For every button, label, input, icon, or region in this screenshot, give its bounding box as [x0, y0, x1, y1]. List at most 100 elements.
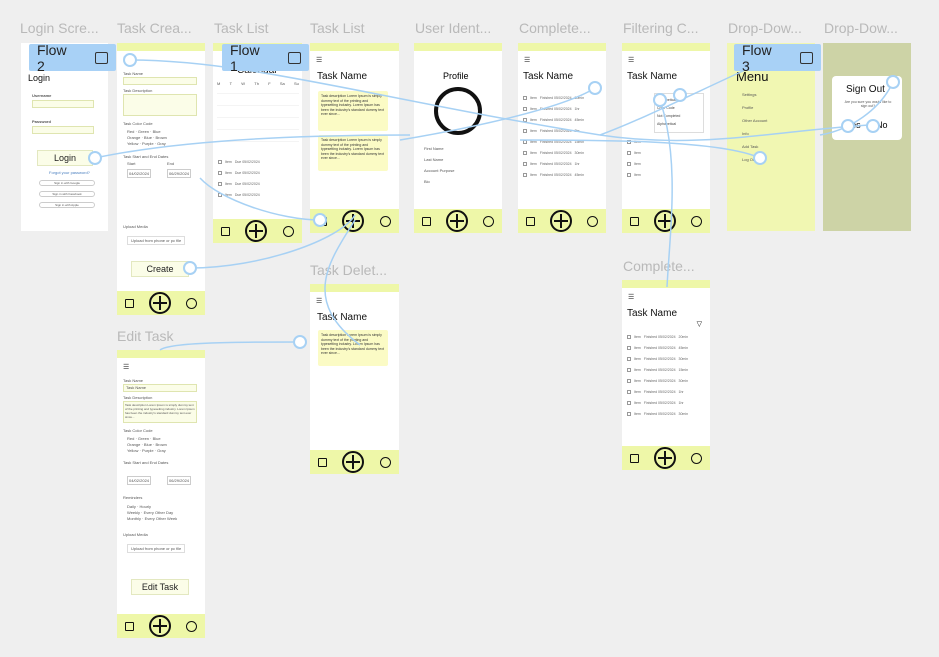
task-note[interactable]: Task description Lorem Ipsum is simply d…	[318, 330, 388, 366]
user-icon[interactable]	[380, 215, 392, 227]
completed-row[interactable]: Item Finished 05/02/2024 45min	[523, 170, 601, 179]
flow-2-tag[interactable]: Flow 2	[29, 42, 116, 74]
create-button[interactable]: Create	[131, 261, 189, 277]
completed-row[interactable]: Item Finished 05/02/2024 1hr	[523, 159, 601, 168]
username-field[interactable]	[32, 100, 94, 108]
color-brown[interactable]: Brown	[155, 135, 166, 140]
calendar-grid[interactable]	[217, 91, 299, 153]
bio-field[interactable]: Bio	[424, 179, 430, 184]
apple-signin-button[interactable]: Sign in with Apple	[39, 202, 95, 208]
hamburger-menu-icon[interactable]: ☰	[316, 56, 322, 64]
add-task-icon[interactable]	[549, 210, 572, 232]
flow-1-tag[interactable]: Flow 1	[222, 42, 309, 74]
password-field[interactable]	[32, 126, 94, 134]
task-note[interactable]: Task description Lorem Ipsum is simply d…	[318, 91, 388, 131]
reminder-weekly[interactable]: Weekly	[127, 510, 140, 515]
edit-task-button[interactable]: Edit Task	[131, 579, 189, 595]
user-icon[interactable]	[483, 215, 495, 227]
menu-profile[interactable]: Profile	[742, 105, 753, 110]
edit-upload-button[interactable]: Upload from phone or pc file	[127, 544, 186, 553]
task-row[interactable]: Item Due 05/02/2024	[218, 168, 297, 177]
calendar-icon[interactable]	[317, 457, 327, 467]
color-blue2[interactable]: Blue	[144, 135, 152, 140]
task-note[interactable]: Task description Lorem Ipsum is simply d…	[318, 135, 388, 171]
user-icon[interactable]	[283, 225, 295, 237]
hamburger-menu-icon[interactable]: ☰	[524, 56, 530, 64]
edit-color-options[interactable]: Red · Green · Blue Orange · Blue · Brown…	[127, 436, 197, 454]
add-task-icon[interactable]	[445, 210, 468, 232]
menu-log-out[interactable]: Log Out	[742, 157, 756, 162]
completed-row[interactable]: Item Finished 05/02/2024 1hr	[627, 387, 705, 396]
google-signin-button[interactable]: Sign in with Google	[39, 180, 95, 186]
calendar-icon[interactable]	[421, 216, 431, 226]
completed-row[interactable]: Item Finished 05/02/2024 20min	[627, 332, 705, 341]
reminder-every-other-day[interactable]: Every Other Day	[144, 510, 174, 515]
completed-row[interactable]: Item Finished 05/02/2024 30min	[523, 93, 601, 102]
first-name-field[interactable]: First Name	[424, 146, 444, 151]
play-icon[interactable]	[287, 51, 301, 64]
calendar-icon[interactable]	[124, 621, 134, 631]
user-icon[interactable]	[186, 297, 198, 309]
hamburger-menu-icon[interactable]: ☰	[123, 56, 129, 64]
color-green[interactable]: Green	[138, 436, 149, 441]
hamburger-menu-icon[interactable]: ☰	[628, 293, 634, 301]
user-icon[interactable]	[691, 452, 703, 464]
profile-avatar-icon[interactable]	[434, 87, 482, 135]
edit-start-date[interactable]: 04/02/2024	[127, 476, 152, 485]
completed-row[interactable]: Item Finished 05/02/2024 1hr	[627, 398, 705, 407]
completed-row[interactable]: Item Finished 05/02/2024 30min	[523, 148, 601, 157]
user-icon[interactable]	[587, 215, 599, 227]
menu-settings[interactable]: Settings	[742, 92, 756, 97]
reminder-options[interactable]: Daily · Hourly Weekly · Every Other Day …	[127, 504, 199, 522]
color-red[interactable]: Red	[127, 129, 134, 134]
color-yellow[interactable]: Yellow	[127, 448, 138, 453]
completed-row[interactable]: Item Finished 05/02/2024 30min	[627, 376, 705, 385]
add-task-icon[interactable]	[148, 615, 171, 637]
play-icon[interactable]	[799, 51, 813, 64]
completed-row[interactable]: Item Finished 05/02/2024 15min	[627, 365, 705, 374]
filter-dropdown[interactable]: Alphabetical Color Code Not Completed Al…	[654, 93, 704, 133]
reminder-daily[interactable]: Daily	[127, 504, 136, 509]
start-date-picker[interactable]: 04/02/2024	[127, 169, 152, 178]
filter-option[interactable]: Alphabetical	[657, 120, 701, 128]
last-name-field[interactable]: Last Name	[424, 157, 443, 162]
task-row[interactable]: Item Due 05/02/2024	[218, 157, 297, 166]
signout-yes-button[interactable]: Yes	[846, 120, 861, 130]
hamburger-menu-icon[interactable]: ☰	[123, 363, 129, 371]
signout-no-button[interactable]: No	[876, 120, 888, 130]
menu-add-task[interactable]: Add Task	[742, 144, 758, 149]
reminder-hourly[interactable]: Hourly	[139, 504, 151, 509]
completed-row[interactable]: Item Finished 05/02/2024 1hr	[523, 104, 601, 113]
task-row[interactable]: Item Due 05/02/2024	[218, 190, 297, 199]
completed-row[interactable]: Item	[627, 137, 705, 146]
completed-row[interactable]: Item	[627, 170, 705, 179]
forgot-password-link[interactable]: Forgot your password?	[49, 170, 90, 175]
upload-button[interactable]: Upload from phone or pc file	[127, 236, 186, 245]
add-task-icon[interactable]	[653, 210, 676, 232]
calendar-icon[interactable]	[124, 298, 134, 308]
end-date-picker[interactable]: 06/29/2024	[167, 169, 192, 178]
filter-icon[interactable]: ▽	[697, 320, 702, 328]
color-gray[interactable]: Gray	[157, 448, 166, 453]
color-gray[interactable]: Gray	[157, 141, 166, 146]
color-purple[interactable]: Purple	[142, 141, 154, 146]
add-task-icon[interactable]	[653, 447, 676, 469]
calendar-icon[interactable]	[317, 216, 327, 226]
filter-option[interactable]: Not Completed	[657, 112, 701, 120]
play-icon[interactable]	[94, 51, 108, 64]
menu-info[interactable]: Info	[742, 131, 749, 136]
completed-row[interactable]: Item Finished 05/02/2024 30min	[627, 354, 705, 363]
edit-desc-input[interactable]: Task description Lorem Ipsum is simply d…	[123, 401, 197, 423]
task-row[interactable]: Item Due 05/02/2024	[218, 179, 297, 188]
add-task-icon[interactable]	[148, 292, 171, 314]
completed-row[interactable]: Item Finished 05/02/2024 15min	[523, 137, 601, 146]
add-task-icon[interactable]	[342, 451, 365, 473]
user-icon[interactable]	[691, 215, 703, 227]
calendar-icon[interactable]	[629, 216, 639, 226]
filter-option[interactable]: Color Code	[657, 104, 701, 112]
calendar-icon[interactable]	[220, 226, 230, 236]
edit-end-date[interactable]: 06/29/2024	[167, 476, 192, 485]
menu-other-account[interactable]: Other Account	[742, 118, 767, 123]
filter-option[interactable]: Alphabetical	[657, 96, 701, 104]
flow-3-tag[interactable]: Flow 3	[734, 42, 821, 74]
